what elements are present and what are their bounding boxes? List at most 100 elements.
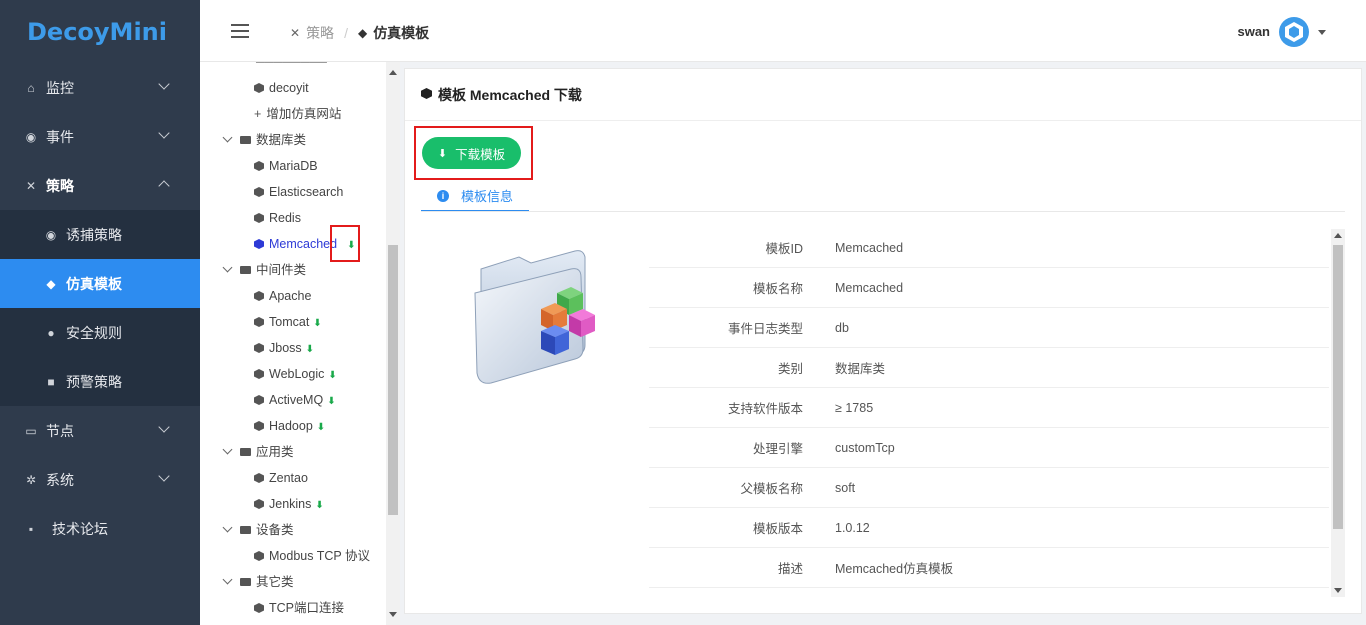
cube-icon (254, 414, 264, 431)
tree-folder[interactable]: 设备类 (222, 517, 294, 543)
cube-icon (254, 466, 264, 483)
nav-monitor[interactable]: ⌂ 监控 (0, 63, 200, 112)
tree-item[interactable]: Modbus TCP 协议 (254, 543, 370, 569)
chevron-down-icon (222, 262, 233, 273)
tree-item[interactable]: decoyit (254, 75, 309, 101)
info-row: 模板名称 Memcached (649, 268, 1329, 308)
info-key: 模板名称 (752, 282, 803, 296)
tree-item-label: MariaDB (269, 159, 318, 173)
folder-icon (240, 266, 251, 274)
tree-item-label: Modbus TCP 协议 (269, 549, 370, 563)
nav-forum[interactable]: ▪ 技术论坛 (0, 504, 200, 553)
tree-folder-label: 设备类 (256, 523, 294, 537)
info-row: 描述 Memcached仿真模板 (649, 548, 1329, 588)
tree-item-label: WebLogic (269, 367, 325, 381)
tree-item[interactable]: WebLogic ⬇ (254, 361, 337, 387)
info-key: 类别 (777, 362, 803, 376)
info-value: ≥ 1785 (835, 400, 874, 415)
tree-item[interactable]: ActiveMQ ⬇ (254, 387, 336, 413)
chevron-up-icon (158, 180, 170, 192)
tree-item[interactable]: TCP端口连接 (254, 595, 344, 621)
tree-folder[interactable]: 数据库类 (222, 127, 306, 153)
chat-icon: ▪ (28, 521, 34, 536)
cube-icon (254, 492, 264, 509)
download-icon[interactable]: ⬇ (306, 344, 314, 355)
tree-item[interactable]: Elasticsearch (254, 179, 343, 205)
download-icon[interactable]: ⬇ (315, 500, 323, 511)
target-icon: ◉ (25, 129, 37, 144)
tree-item-label: Tomcat (269, 315, 310, 329)
tree-scrollbar[interactable] (386, 62, 400, 625)
info-key: 父模板名称 (740, 482, 803, 496)
user-avatar-icon[interactable] (1278, 16, 1310, 48)
tree-item[interactable]: Apache (254, 283, 311, 309)
tab-template-info-label: 模板信息 (461, 189, 514, 204)
chevron-down-icon[interactable] (1318, 30, 1326, 35)
tree-item-label: decoyit (269, 81, 309, 95)
folder-icon (240, 136, 251, 144)
tree-item-label: Hadoop (269, 419, 313, 433)
scroll-up-icon[interactable] (389, 70, 397, 75)
subnav-sim-template-label: 仿真模板 (66, 275, 122, 292)
tree-folder[interactable]: 应用类 (222, 439, 294, 465)
bell-icon: ■ (47, 374, 55, 389)
subnav-alert-policy[interactable]: ■ 预警策略 (0, 357, 200, 406)
tree-item[interactable]: Tomcat ⬇ (254, 309, 322, 335)
subnav-decoy-policy[interactable]: ◉ 诱捕策略 (0, 210, 200, 259)
highlight-box (330, 225, 360, 262)
tree-item[interactable]: MariaDB (254, 153, 318, 179)
cube-icon (254, 336, 264, 353)
tree-item-label: TCP端口连接 (269, 601, 345, 615)
cube-icon (421, 87, 432, 102)
tree-folder-label: 其它类 (256, 575, 294, 589)
svg-text:DecoyMini: DecoyMini (27, 18, 167, 46)
download-icon[interactable]: ⬇ (317, 422, 325, 433)
nav-nodes[interactable]: ▭ 节点 (0, 406, 200, 455)
chevron-down-icon (222, 444, 233, 455)
app-logo[interactable]: DecoyMini (0, 0, 200, 62)
shield-icon: ● (47, 325, 55, 340)
download-icon[interactable]: ⬇ (328, 370, 336, 381)
scroll-down-icon[interactable] (1334, 588, 1342, 593)
subnav-security-rules[interactable]: ● 安全规则 (0, 308, 200, 357)
tree-row-clipped: ──────── (256, 62, 327, 69)
tree-item[interactable]: Redis (254, 205, 301, 231)
info-row: 支持软件版本 ≥ 1785 (649, 388, 1329, 428)
info-scrollbar[interactable] (1331, 229, 1345, 597)
tree-item[interactable]: Zentao (254, 465, 308, 491)
eye-icon: ◉ (45, 227, 57, 242)
scroll-thumb[interactable] (388, 245, 398, 515)
tree-item[interactable]: Jboss ⬇ (254, 335, 314, 361)
menu-toggle-icon[interactable] (231, 24, 249, 38)
tab-divider (421, 211, 1345, 212)
tree-item[interactable]: Jenkins ⬇ (254, 491, 324, 517)
tree-item-label: Elasticsearch (269, 185, 344, 199)
nav-system-label: 系统 (46, 471, 74, 488)
download-icon[interactable]: ⬇ (313, 318, 321, 329)
download-icon[interactable]: ⬇ (327, 396, 335, 407)
breadcrumb-root[interactable]: 策略 (306, 23, 334, 43)
info-key: 处理引擎 (752, 442, 803, 456)
nav-policy[interactable]: ✕ 策略 (0, 161, 200, 210)
scroll-thumb[interactable] (1333, 245, 1343, 529)
breadcrumb: ✕ 策略 / ◆ 仿真模板 (290, 23, 429, 43)
cube-icon: ◆ (46, 276, 56, 291)
tree-item[interactable]: Hadoop ⬇ (254, 413, 325, 439)
tree-item-label: Jboss (269, 341, 302, 355)
info-key: 模板版本 (752, 522, 803, 536)
info-row: 模板版本 1.0.12 (649, 508, 1329, 548)
subnav-sim-template[interactable]: ◆ 仿真模板 (0, 259, 200, 308)
user-name[interactable]: swan (1237, 24, 1270, 39)
nav-system[interactable]: ✲ 系统 (0, 455, 200, 504)
nav-nodes-label: 节点 (46, 422, 74, 439)
scroll-down-icon[interactable] (389, 612, 397, 617)
nav-events[interactable]: ◉ 事件 (0, 112, 200, 161)
info-key: 模板ID (765, 242, 803, 256)
tree-folder[interactable]: 中间件类 (222, 257, 306, 283)
tree-folder[interactable]: 其它类 (222, 569, 294, 595)
tab-template-info[interactable]: i 模板信息 (421, 181, 530, 212)
info-value: 1.0.12 (835, 520, 870, 535)
tree-item-label: Redis (269, 211, 301, 225)
tree-add-site[interactable]: + 增加仿真网站 (254, 101, 341, 127)
scroll-up-icon[interactable] (1334, 233, 1342, 238)
